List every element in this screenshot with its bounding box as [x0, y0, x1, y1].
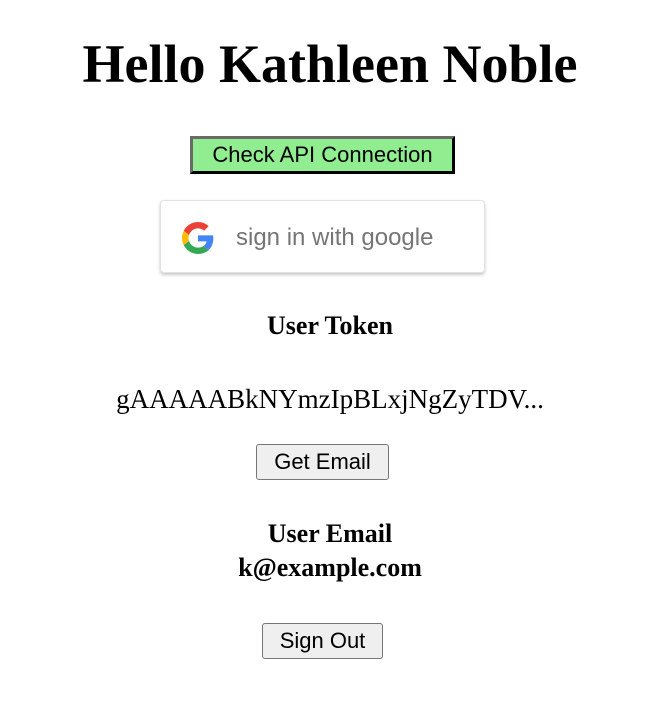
- google-signin-label: sign in with google: [236, 224, 434, 251]
- page-title: Hello Kathleen Noble: [82, 34, 578, 94]
- sign-out-button[interactable]: Sign Out: [262, 623, 383, 659]
- google-signin-button[interactable]: sign in with google: [160, 200, 485, 273]
- user-token-title: User Token: [267, 311, 393, 340]
- user-token-value: gAAAAABkNYmzIpBLxjNgZyTDV...: [116, 384, 544, 414]
- get-email-button[interactable]: Get Email: [256, 444, 389, 480]
- google-g-icon: [182, 222, 214, 254]
- user-email-title: User Email: [267, 519, 393, 548]
- check-api-connection-button[interactable]: Check API Connection: [190, 136, 455, 174]
- user-email-value: k@example.com: [238, 553, 422, 582]
